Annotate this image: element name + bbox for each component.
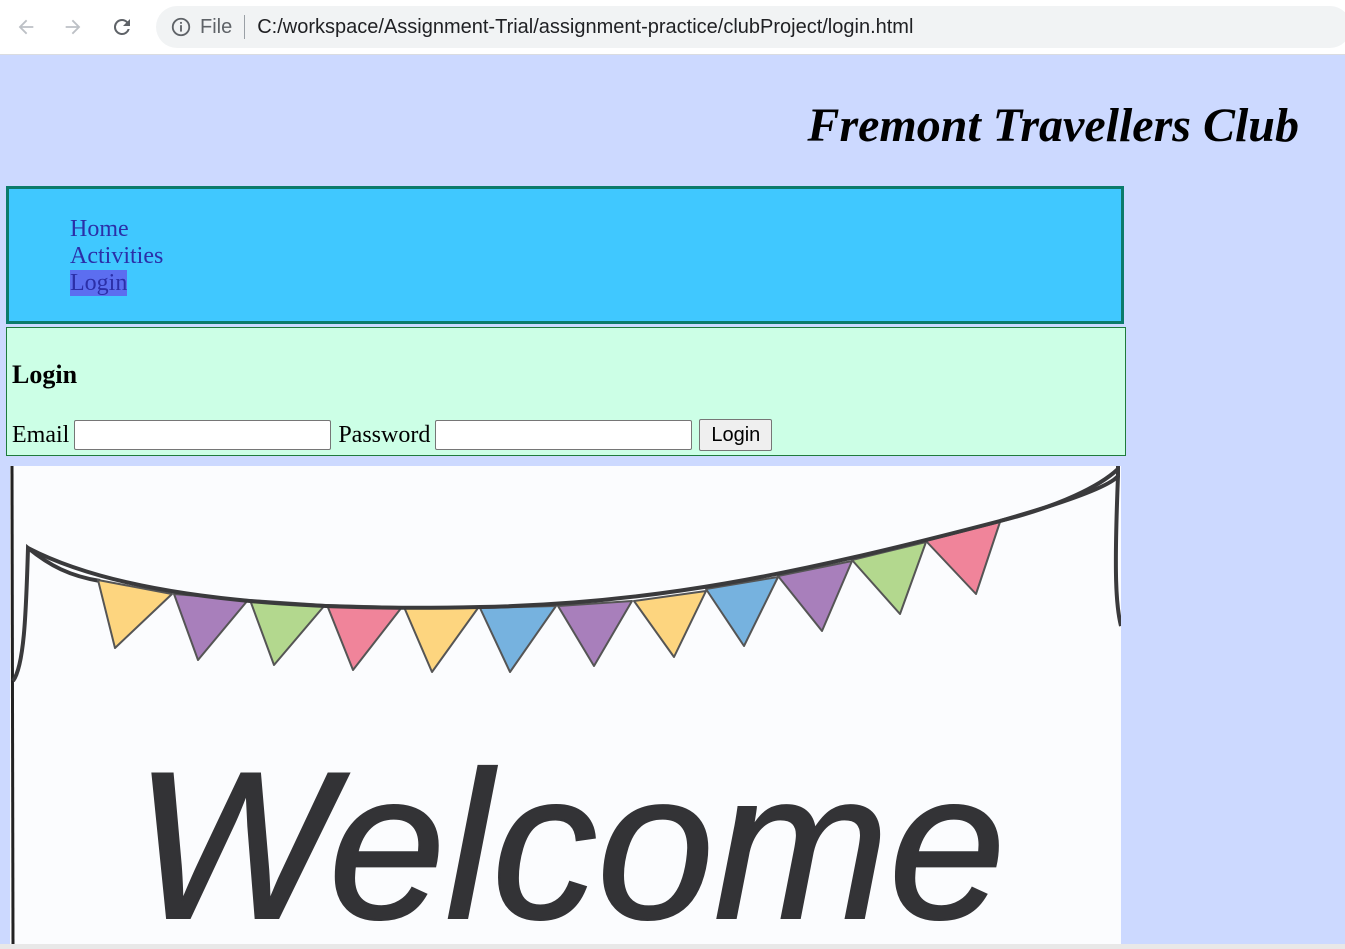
url-text[interactable]: C:/workspace/Assignment-Trial/assignment… [257,16,913,39]
bottom-edge [0,944,1345,949]
reload-icon [113,18,130,35]
login-heading: Login [12,360,78,389]
info-icon[interactable] [170,16,192,38]
back-button[interactable] [10,11,42,43]
forward-arrow-icon [65,19,81,35]
password-field[interactable] [435,420,693,450]
login-panel: Login Email Password Login [6,327,1126,456]
welcome-banner-image: Welcome [10,466,1121,944]
bunting-flag [633,590,707,658]
browser-toolbar: File C:/workspace/Assignment-Trial/assig… [0,0,1345,55]
nav-list: Home Activities Login [70,216,163,297]
nav-link-home[interactable]: Home [70,216,129,242]
url-scheme-label: File [200,15,233,38]
bunting-flag [326,604,403,671]
back-arrow-icon [18,19,34,35]
bunting-flag [249,599,326,666]
address-divider [244,15,246,39]
bunting-flag [925,521,1001,595]
nav-item-activities: Activities [70,243,163,270]
nav-link-login[interactable]: Login [70,270,128,296]
nav-item-home: Home [70,216,163,243]
bunting-flag [705,576,779,647]
navigation-menu: Home Activities Login [6,186,1124,324]
site-title: Fremont Travellers Club [807,99,1299,152]
email-label: Email [12,421,70,448]
bunting-illustration: Welcome [10,466,1121,944]
email-field[interactable] [74,420,332,450]
bunting-flag [403,606,479,673]
bunting-flag [479,605,557,673]
address-bar[interactable]: File C:/workspace/Assignment-Trial/assig… [156,6,1345,48]
login-form: Email Password Login [12,419,773,451]
bunting-flag [851,541,927,615]
reload-button[interactable] [106,11,138,43]
forward-button[interactable] [57,11,89,43]
bunting-flag [173,593,249,661]
nav-link-activities[interactable]: Activities [70,243,163,269]
nav-item-login: Login [70,270,163,297]
bunting-flag [557,600,633,667]
password-label: Password [338,421,431,448]
login-submit-button[interactable]: Login [699,419,773,451]
welcome-text: Welcome [134,728,1005,944]
